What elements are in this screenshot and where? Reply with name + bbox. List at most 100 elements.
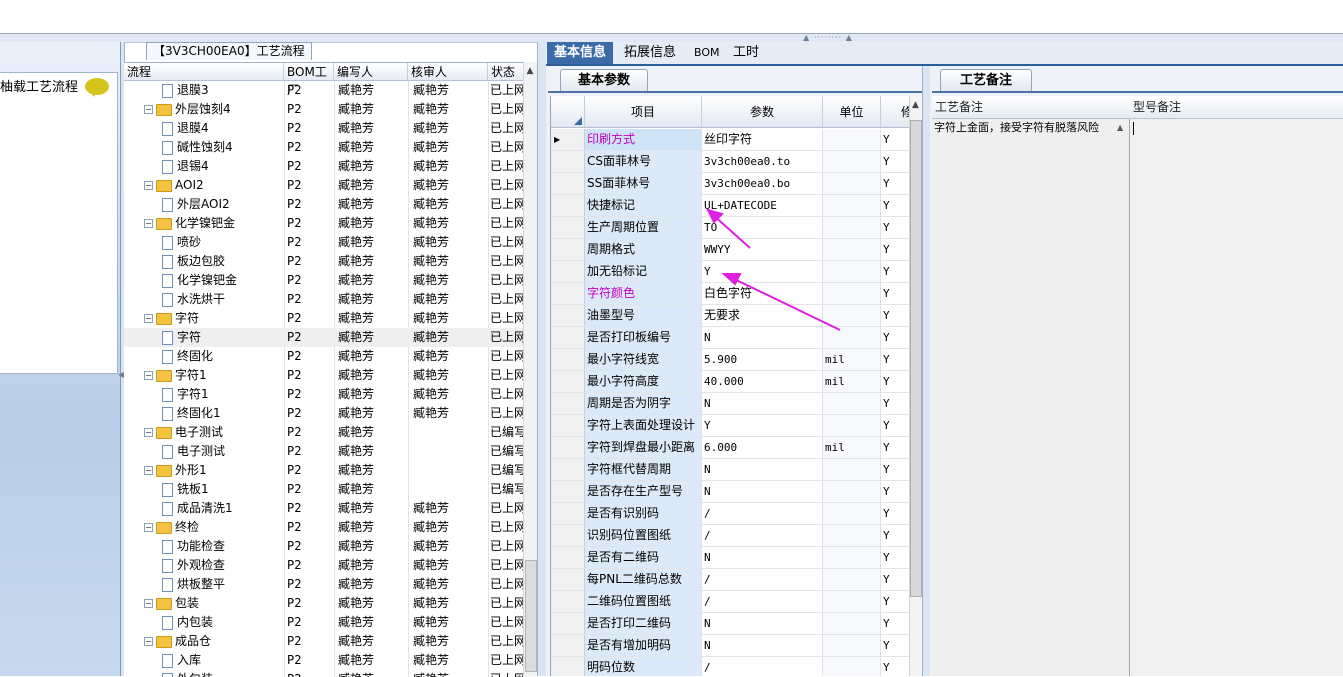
tree-row[interactable]: 内包装P2臧艳芳臧艳芳已上网 bbox=[124, 613, 524, 632]
tree-row[interactable]: 入库P2臧艳芳臧艳芳已上网 bbox=[124, 651, 524, 670]
param-row[interactable]: 油墨型号无要求Y bbox=[551, 305, 911, 327]
row-indicator[interactable] bbox=[551, 327, 585, 348]
param-value-input[interactable]: / bbox=[702, 525, 823, 546]
tree-row[interactable]: −成品仓P2臧艳芳臧艳芳已上网 bbox=[124, 632, 524, 651]
param-value-input[interactable]: / bbox=[702, 569, 823, 590]
param-value-input[interactable]: / bbox=[702, 503, 823, 524]
param-row[interactable]: 周期是否为阴字NY bbox=[551, 393, 911, 415]
splitter-grip-icon[interactable]: ▲ ········ ▲ bbox=[795, 34, 861, 41]
row-indicator[interactable] bbox=[551, 613, 585, 634]
tree-row[interactable]: 外层AOI2P2臧艳芳臧艳芳已上网 bbox=[124, 195, 524, 214]
param-row[interactable]: CS面菲林号3v3ch00ea0.toY bbox=[551, 151, 911, 173]
tree-node-name[interactable]: −外层蚀刻4 bbox=[144, 100, 282, 119]
param-row[interactable]: 生产周期位置TOY bbox=[551, 217, 911, 239]
param-value-input[interactable]: Y bbox=[702, 415, 823, 436]
collapse-icon[interactable]: − bbox=[144, 371, 153, 380]
tree-row[interactable]: 电子测试P2臧艳芳已编写 bbox=[124, 442, 524, 461]
tree-row[interactable]: 板边包胶P2臧艳芳臧艳芳已上网 bbox=[124, 252, 524, 271]
model-note-field[interactable] bbox=[1130, 119, 1343, 676]
tree-row[interactable]: 退膜4P2臧艳芳臧艳芳已上网 bbox=[124, 119, 524, 138]
speech-bubble-icon[interactable] bbox=[85, 78, 109, 95]
tree-node-name[interactable]: 退膜3 bbox=[162, 81, 282, 100]
tree-row[interactable]: 化学镍钯金P2臧艳芳臧艳芳已上网 bbox=[124, 271, 524, 290]
param-scroll-thumb[interactable] bbox=[910, 120, 922, 597]
tree-node-name[interactable]: 板边包胶 bbox=[162, 252, 282, 271]
tree-node-name[interactable]: 碱性蚀刻4 bbox=[162, 138, 282, 157]
tree-header-flow[interactable]: 流程 bbox=[124, 63, 284, 81]
tree-header-status[interactable]: 状态 bbox=[488, 63, 528, 81]
param-value-input[interactable]: 无要求 bbox=[702, 305, 823, 326]
param-row[interactable]: 字符颜色白色字符Y bbox=[551, 283, 911, 305]
param-row[interactable]: 最小字符线宽5.900milY bbox=[551, 349, 911, 371]
row-indicator[interactable] bbox=[551, 591, 585, 612]
param-value-input[interactable]: N bbox=[702, 547, 823, 568]
param-value-input[interactable]: N bbox=[702, 393, 823, 414]
process-note-field[interactable] bbox=[932, 119, 1130, 676]
row-indicator[interactable] bbox=[551, 525, 585, 546]
param-value-input[interactable]: N bbox=[702, 613, 823, 634]
tree-node-name[interactable]: 退锡4 bbox=[162, 157, 282, 176]
tree-node-name[interactable]: 水洗烘干 bbox=[162, 290, 282, 309]
collapse-icon[interactable]: − bbox=[144, 523, 153, 532]
row-indicator[interactable] bbox=[551, 481, 585, 502]
tree-header-reviewer[interactable]: 核审人 bbox=[408, 63, 488, 81]
collapse-icon[interactable]: − bbox=[144, 314, 153, 323]
row-indicator[interactable] bbox=[551, 459, 585, 480]
tree-row[interactable]: 烘板整平P2臧艳芳臧艳芳已上网 bbox=[124, 575, 524, 594]
tab-bom[interactable]: BOM bbox=[687, 42, 727, 64]
tree-row[interactable]: −包装P2臧艳芳臧艳芳已上网 bbox=[124, 594, 524, 613]
param-value-input[interactable]: 白色字符 bbox=[702, 283, 823, 304]
param-value-input[interactable]: N bbox=[702, 481, 823, 502]
param-row[interactable]: 识别码位置图纸/Y bbox=[551, 525, 911, 547]
row-indicator[interactable] bbox=[551, 635, 585, 656]
row-indicator[interactable] bbox=[551, 217, 585, 238]
tree-node-name[interactable]: 功能检查 bbox=[162, 537, 282, 556]
param-row[interactable]: 是否有增加明码NY bbox=[551, 635, 911, 657]
row-indicator[interactable] bbox=[551, 151, 585, 172]
param-header-unit[interactable]: 单位 bbox=[823, 96, 881, 128]
tab-work-hours[interactable]: 工时 bbox=[726, 42, 766, 64]
collapse-icon[interactable]: − bbox=[144, 637, 153, 646]
param-row[interactable]: SS面菲林号3v3ch00ea0.boY bbox=[551, 173, 911, 195]
tree-node-name[interactable]: −包装 bbox=[144, 594, 282, 613]
param-row[interactable]: 二维码位置图纸/Y bbox=[551, 591, 911, 613]
param-row[interactable]: 快捷标记UL+DATECODEY bbox=[551, 195, 911, 217]
row-indicator[interactable] bbox=[551, 261, 585, 282]
param-value-input[interactable]: 丝印字符 bbox=[702, 129, 823, 150]
process-note-text[interactable]: 字符上金面，接受字符有脱落风险 bbox=[934, 122, 1114, 134]
collapse-icon[interactable]: − bbox=[144, 466, 153, 475]
tree-row[interactable]: 碱性蚀刻4P2臧艳芳臧艳芳已上网 bbox=[124, 138, 524, 157]
tab-basic-params[interactable]: 基本参数 bbox=[560, 69, 648, 92]
tree-row[interactable]: −字符P2臧艳芳臧艳芳已上网 bbox=[124, 309, 524, 328]
tree-row[interactable]: 外观检查P2臧艳芳臧艳芳已上网 bbox=[124, 556, 524, 575]
tab-process-remarks[interactable]: 工艺备注 bbox=[940, 69, 1032, 92]
param-header-item[interactable]: 项目 bbox=[585, 96, 702, 128]
grid-corner[interactable] bbox=[551, 96, 585, 128]
tree-row[interactable]: 功能检查P2臧艳芳臧艳芳已上网 bbox=[124, 537, 524, 556]
tree-node-name[interactable]: −字符1 bbox=[144, 366, 282, 385]
param-value-input[interactable]: 3v3ch00ea0.to bbox=[702, 151, 823, 172]
param-row[interactable]: 明码位数/Y bbox=[551, 657, 911, 676]
param-value-input[interactable]: N bbox=[702, 635, 823, 656]
param-row[interactable]: 字符框代替周期NY bbox=[551, 459, 911, 481]
row-indicator[interactable] bbox=[551, 283, 585, 304]
row-indicator[interactable]: ▶ bbox=[551, 129, 585, 150]
tree-node-name[interactable]: 退膜4 bbox=[162, 119, 282, 138]
tree-node-name[interactable]: 内包装 bbox=[162, 613, 282, 632]
tree-node-name[interactable]: −终检 bbox=[144, 518, 282, 537]
row-indicator[interactable] bbox=[551, 437, 585, 458]
tab-basic-info[interactable]: 基本信息 bbox=[547, 42, 613, 64]
left-panel-title[interactable]: 柚载工艺流程 bbox=[0, 76, 78, 95]
collapse-icon[interactable]: − bbox=[144, 428, 153, 437]
row-indicator[interactable] bbox=[551, 239, 585, 260]
tree-row[interactable]: 字符1P2臧艳芳臧艳芳已上网 bbox=[124, 385, 524, 404]
tree-node-name[interactable]: 电子测试 bbox=[162, 442, 282, 461]
tree-node-name[interactable]: −AOI2 bbox=[144, 176, 282, 195]
param-value-input[interactable]: TO bbox=[702, 217, 823, 238]
tree-row[interactable]: 终固化1P2臧艳芳臧艳芳已上网 bbox=[124, 404, 524, 423]
param-row[interactable]: 周期格式WWYYY bbox=[551, 239, 911, 261]
param-row[interactable]: 是否有二维码NY bbox=[551, 547, 911, 569]
tree-node-name[interactable]: 终固化1 bbox=[162, 404, 282, 423]
tree-node-name[interactable]: −字符 bbox=[144, 309, 282, 328]
tree-row[interactable]: 水洗烘干P2臧艳芳臧艳芳已上网 bbox=[124, 290, 524, 309]
